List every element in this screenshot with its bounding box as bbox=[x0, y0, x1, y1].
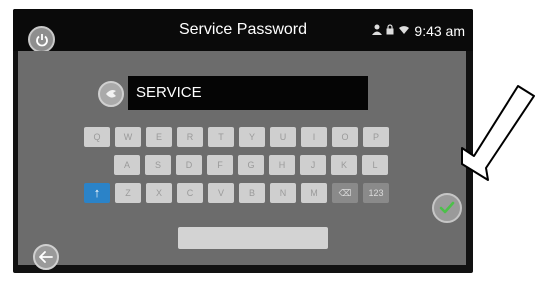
confirm-button[interactable] bbox=[432, 193, 462, 223]
key-g[interactable]: G bbox=[238, 155, 264, 175]
key-l[interactable]: L bbox=[362, 155, 388, 175]
key-t[interactable]: T bbox=[208, 127, 234, 147]
key-a[interactable]: A bbox=[114, 155, 140, 175]
keyboard-row-3: ↑ Z X C V B N M ⌫ 123 bbox=[84, 183, 389, 203]
pointer-arrow bbox=[461, 85, 535, 181]
key-icon bbox=[98, 81, 124, 107]
power-icon bbox=[35, 33, 48, 46]
key-123[interactable]: 123 bbox=[363, 183, 389, 203]
key-f[interactable]: F bbox=[207, 155, 233, 175]
keyboard-row-1: QWERTYUIOP bbox=[84, 127, 389, 147]
key-n[interactable]: N bbox=[270, 183, 296, 203]
key-r[interactable]: R bbox=[177, 127, 203, 147]
key-c[interactable]: C bbox=[177, 183, 203, 203]
key-i[interactable]: I bbox=[301, 127, 327, 147]
key-backspace[interactable]: ⌫ bbox=[332, 183, 358, 203]
lock-icon bbox=[386, 24, 394, 38]
key-j[interactable]: J bbox=[300, 155, 326, 175]
password-input[interactable]: SERVICE bbox=[128, 76, 368, 110]
key-s[interactable]: S bbox=[145, 155, 171, 175]
back-button[interactable] bbox=[33, 244, 59, 270]
page-title: Service Password bbox=[178, 21, 308, 38]
person-icon bbox=[372, 24, 383, 38]
key-k[interactable]: K bbox=[331, 155, 357, 175]
status-indicators: 9:43 am bbox=[372, 23, 465, 39]
clock-time: 9:43 am bbox=[414, 23, 465, 39]
power-button[interactable] bbox=[28, 26, 55, 53]
key-o[interactable]: O bbox=[332, 127, 358, 147]
key-x[interactable]: X bbox=[146, 183, 172, 203]
key-b[interactable]: B bbox=[239, 183, 265, 203]
keyboard-panel: SERVICE QWERTYUIOP ASDFGHJKL ↑ Z X C V B N M ⌫ 12… bbox=[18, 51, 466, 265]
keyboard-row-2: ASDFGHJKL bbox=[114, 155, 388, 175]
key-h[interactable]: H bbox=[269, 155, 295, 175]
key-m[interactable]: M bbox=[301, 183, 327, 203]
device-screen: Service Password 9:43 am SERVICE QWERTYU… bbox=[13, 9, 473, 273]
back-arrow-icon bbox=[39, 251, 53, 263]
key-shift[interactable]: ↑ bbox=[84, 183, 110, 203]
key-v[interactable]: V bbox=[208, 183, 234, 203]
key-u[interactable]: U bbox=[270, 127, 296, 147]
key-z[interactable]: Z bbox=[115, 183, 141, 203]
key-w[interactable]: W bbox=[115, 127, 141, 147]
space-key[interactable] bbox=[178, 227, 328, 249]
key-d[interactable]: D bbox=[176, 155, 202, 175]
key-y[interactable]: Y bbox=[239, 127, 265, 147]
wifi-icon bbox=[398, 25, 410, 38]
status-bar: Service Password 9:43 am bbox=[13, 9, 473, 53]
key-e[interactable]: E bbox=[146, 127, 172, 147]
key-q[interactable]: Q bbox=[84, 127, 110, 147]
checkmark-icon bbox=[439, 201, 455, 214]
key-p[interactable]: P bbox=[363, 127, 389, 147]
